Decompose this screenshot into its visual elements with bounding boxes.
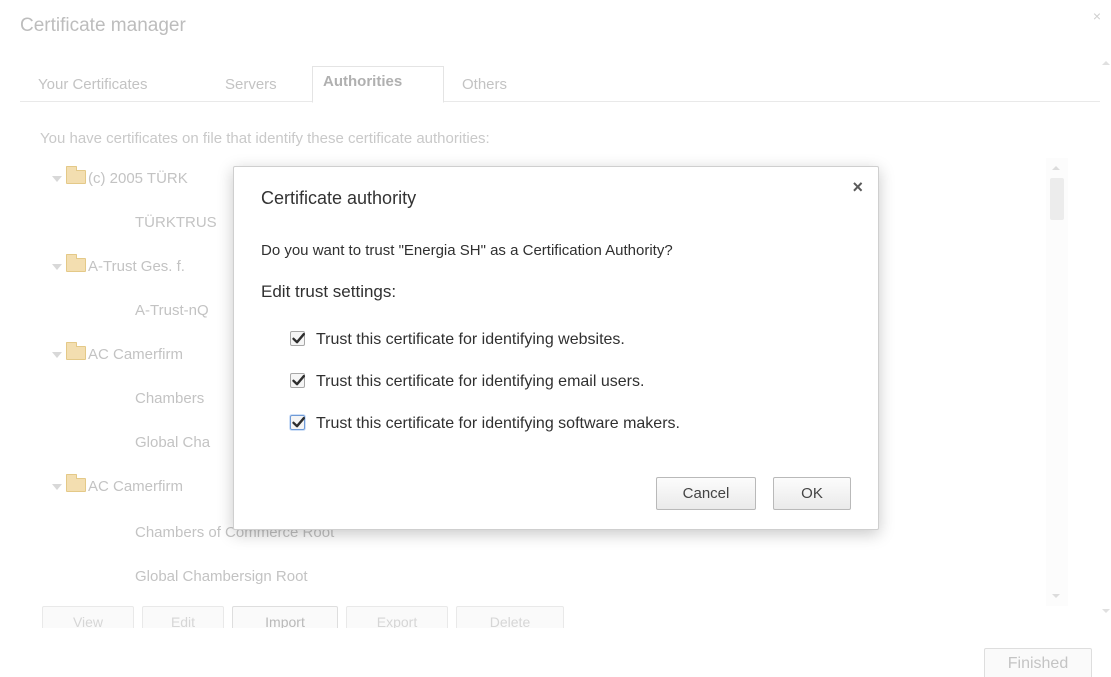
checkmark-icon [292, 375, 305, 386]
folder-icon [66, 254, 86, 272]
tree-item[interactable]: A-Trust-nQ [135, 302, 209, 319]
close-icon[interactable]: × [1093, 8, 1101, 24]
edit-trust-heading: Edit trust settings: [261, 282, 397, 301]
authorities-description: You have certificates on file that ident… [40, 130, 490, 147]
tab-bar: Your Certificates Servers Authorities Ot… [20, 66, 1100, 103]
trust-software-option[interactable]: Trust this certificate for identifying s… [290, 415, 680, 433]
certificate-action-buttons: View Edit Import Export Delete [42, 606, 572, 628]
folder-icon [66, 342, 86, 360]
scroll-down-icon[interactable] [1102, 609, 1110, 613]
trust-websites-label: Trust this certificate for identifying w… [316, 331, 625, 348]
tree-item[interactable]: TÜRKTRUS [135, 214, 217, 231]
trust-email-option[interactable]: Trust this certificate for identifying e… [290, 373, 644, 391]
export-button[interactable]: Export [346, 606, 448, 628]
import-button[interactable]: Import [232, 606, 338, 628]
tree-group[interactable]: A-Trust Ges. f. [52, 254, 185, 275]
ok-button[interactable]: OK [773, 477, 851, 510]
triangle-down-icon[interactable] [52, 176, 62, 183]
checkmark-icon [292, 333, 305, 344]
tree-group[interactable]: (c) 2005 TÜRK [52, 166, 188, 187]
tab-your-certificates[interactable]: Your Certificates [28, 66, 158, 102]
tree-item[interactable]: Global Cha [135, 434, 210, 451]
view-button[interactable]: View [42, 606, 134, 628]
trust-software-label: Trust this certificate for identifying s… [316, 415, 680, 432]
tree-group-label: A-Trust Ges. f. [88, 258, 185, 275]
tab-authorities[interactable]: Authorities [312, 66, 444, 103]
certificate-authority-dialog: Certificate authority × Do you want to t… [233, 166, 879, 530]
folder-icon [66, 474, 86, 492]
trust-websites-checkbox[interactable] [290, 331, 305, 346]
tree-group[interactable]: AC Camerfirm [52, 342, 184, 363]
triangle-down-icon[interactable] [52, 264, 62, 271]
trust-question: Do you want to trust "Energia SH" as a C… [261, 242, 673, 259]
cancel-button[interactable]: Cancel [656, 477, 756, 510]
triangle-down-icon[interactable] [52, 484, 62, 491]
trust-software-checkbox[interactable] [290, 415, 305, 430]
trust-email-label: Trust this certificate for identifying e… [316, 373, 645, 390]
triangle-down-icon[interactable] [52, 352, 62, 359]
tree-item[interactable]: Chambers [135, 390, 204, 407]
checkmark-icon [292, 417, 305, 428]
tab-others[interactable]: Others [452, 66, 517, 102]
tree-scrollbar[interactable] [1046, 158, 1068, 606]
scroll-thumb[interactable] [1050, 178, 1064, 220]
scroll-up-icon[interactable] [1102, 61, 1110, 65]
tree-group-label: (c) 2005 TÜRK [88, 170, 188, 187]
folder-icon [66, 166, 86, 184]
trust-websites-option[interactable]: Trust this certificate for identifying w… [290, 331, 625, 349]
page-title: Certificate manager [20, 15, 186, 36]
tree-item[interactable]: Global Chambersign Root [135, 568, 308, 585]
dialog-title: Certificate authority [261, 188, 417, 208]
edit-button[interactable]: Edit [142, 606, 224, 628]
page-scrollbar[interactable] [1100, 55, 1111, 615]
tab-servers[interactable]: Servers [215, 66, 287, 102]
scroll-up-icon[interactable] [1052, 166, 1060, 170]
trust-email-checkbox[interactable] [290, 373, 305, 388]
scroll-down-icon[interactable] [1052, 594, 1060, 598]
delete-button[interactable]: Delete [456, 606, 564, 628]
close-icon[interactable]: × [852, 177, 863, 198]
tree-group-label: AC Camerfirm [88, 346, 184, 363]
tree-group-label: AC Camerfirm [88, 478, 184, 495]
finished-button[interactable]: Finished [984, 648, 1092, 677]
tree-group[interactable]: AC Camerfirm [52, 474, 184, 495]
